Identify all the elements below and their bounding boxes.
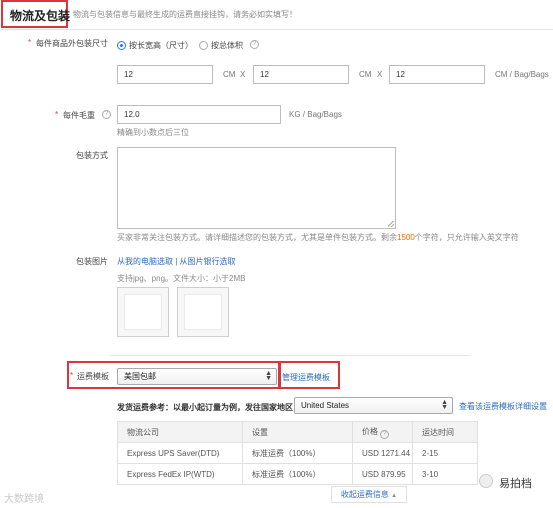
country-value: United States	[301, 401, 350, 410]
width-unit: CM	[359, 70, 372, 79]
length-unit: CM	[223, 70, 236, 79]
required-mark: *	[28, 38, 32, 47]
cell-setting: 标准运费（100%）	[242, 463, 353, 485]
radio-by-volume-label[interactable]: 按总体积	[211, 40, 243, 51]
cell-price: USD 879.95	[352, 463, 413, 485]
watermark-left: 大数跨境	[4, 490, 44, 505]
package-size-help-icon[interactable]: ?	[250, 40, 259, 49]
width-input[interactable]: 12	[253, 65, 349, 84]
select-arrows-icon: ▲ ▼	[441, 399, 448, 411]
cell-time: 2-15	[412, 442, 478, 464]
view-template-details-link[interactable]: 查看该运费模板详细设置	[459, 401, 547, 412]
packing-images-hint: 支持jpg、png。文件大小：小于2MB	[117, 274, 246, 283]
select-arrows-icon: ▲ ▼	[265, 370, 272, 382]
packing-hint-tail: 个字符，只允许输入英文字符	[414, 233, 519, 242]
height-input[interactable]: 12	[389, 65, 485, 84]
package-size-label: 每件商品外包装尺寸	[36, 39, 108, 48]
packing-method-hint: 买家非常关注包装方式。请详细描述您的包装方式，尤其是单件包装方式。剩余1500个…	[117, 232, 519, 243]
cell-time: 3-10	[412, 463, 478, 485]
radio-by-dimensions[interactable]	[117, 41, 126, 50]
height-unit: CM / Bag/Bags	[495, 70, 549, 79]
col-logistics-company: 物流公司	[117, 421, 243, 443]
col-price-label: 价格	[362, 427, 378, 436]
gross-weight-label: 每件毛重	[63, 111, 95, 120]
shipping-template-label: 运费模板	[77, 372, 109, 381]
upload-from-computer-link[interactable]: 从我的电脑选取	[117, 257, 173, 266]
radio-by-volume[interactable]	[199, 41, 208, 50]
gross-weight-unit: KG / Bag/Bags	[289, 110, 342, 119]
col-price: 价格 ?	[352, 421, 413, 443]
image-slot[interactable]	[117, 287, 169, 337]
link-divider: |	[175, 257, 178, 266]
length-input[interactable]: 12	[117, 65, 213, 84]
required-mark: *	[70, 371, 74, 380]
packing-images-label: 包装图片	[76, 257, 108, 266]
header-divider	[0, 29, 553, 30]
shipping-template-select[interactable]: 美国包邮 ▲ ▼	[117, 368, 277, 385]
gross-weight-hint: 精确到小数点后三位	[117, 128, 189, 137]
cell-price: USD 1271.44	[352, 442, 413, 464]
collapse-label: 收起运费信息	[340, 490, 389, 499]
table-header-row: 物流公司 设置 价格 ? 运达时间	[117, 421, 478, 443]
shipping-reference-label: 发货运费参考：以最小起订量为例，发往国家地区	[117, 403, 293, 412]
resize-handle-icon[interactable]	[388, 221, 394, 227]
watermark-brand: 易拍档	[499, 478, 532, 490]
packing-method-label: 包装方式	[76, 151, 108, 160]
wechat-logo-icon	[479, 474, 493, 488]
radio-by-dimensions-label[interactable]: 按长宽高（尺寸）	[129, 40, 193, 51]
table-row: Express UPS Saver(DTD) 标准运费（100%） USD 12…	[117, 442, 478, 464]
gross-weight-help-icon[interactable]: ?	[102, 110, 111, 119]
packing-method-textarea[interactable]	[117, 147, 396, 229]
times-sign: X	[240, 70, 246, 79]
image-bank-link[interactable]: 从图片银行选取	[180, 257, 236, 266]
country-select[interactable]: United States ▲ ▼	[294, 397, 453, 414]
section-note: 物流与包装信息与最终生成的运费直接挂钩，请务必如实填写！	[73, 10, 297, 19]
section-divider	[110, 355, 470, 356]
required-mark: *	[55, 110, 59, 119]
shipping-cost-table: 物流公司 设置 价格 ? 运达时间 Express UPS Saver(DTD)…	[117, 421, 478, 485]
cell-company: Express FedEx IP(WTD)	[117, 463, 243, 485]
remaining-count: 1500	[397, 233, 415, 242]
table-row: Express FedEx IP(WTD) 标准运费（100%） USD 879…	[117, 463, 478, 485]
times-sign: X	[377, 70, 383, 79]
image-slot[interactable]	[177, 287, 229, 337]
collapse-shipping-info-button[interactable]: 收起运费信息 ▲	[331, 486, 407, 503]
section-title: 物流及包装	[10, 9, 71, 23]
manage-shipping-templates-link[interactable]: 管理运费模板	[282, 372, 330, 383]
price-help-icon[interactable]: ?	[380, 430, 390, 439]
cell-setting: 标准运费（100%）	[242, 442, 353, 464]
cell-company: Express UPS Saver(DTD)	[117, 442, 243, 464]
col-setting: 设置	[242, 421, 353, 443]
shipping-template-value: 美国包邮	[124, 372, 156, 381]
image-source-links: 从我的电脑选取 | 从图片银行选取	[117, 256, 236, 267]
packing-hint-text: 买家非常关注包装方式。请详细描述您的包装方式，尤其是单件包装方式。剩余	[117, 233, 397, 242]
collapse-arrow-icon: ▲	[391, 493, 398, 499]
col-delivery-time: 运达时间	[412, 421, 478, 443]
watermark-left-text: 大数跨境	[4, 494, 44, 505]
gross-weight-input[interactable]: 12.0	[117, 105, 281, 124]
